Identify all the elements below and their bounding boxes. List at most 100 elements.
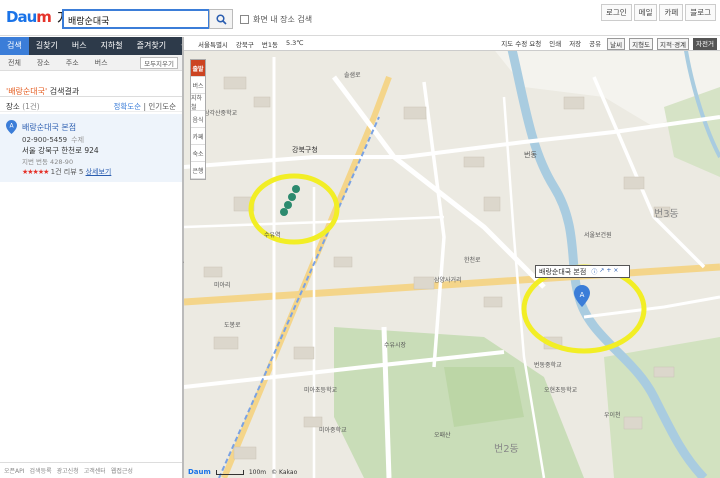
map-label: 번동중학교: [534, 361, 562, 369]
print-link[interactable]: 인쇄: [547, 38, 563, 50]
search-button[interactable]: [209, 9, 233, 29]
share-link[interactable]: 공유: [587, 38, 603, 50]
footer-link[interactable]: 웹접근성: [111, 466, 133, 475]
add-icon[interactable]: +: [606, 267, 611, 276]
place-address: 서울 강북구 한천로 924: [22, 146, 99, 155]
map-label: 미아중학교: [319, 426, 347, 434]
clear-all-button[interactable]: 모두지우기: [140, 56, 178, 69]
filter-place[interactable]: 장소: [37, 58, 50, 68]
list-item[interactable]: A 배랑순대국 본점 02-900-5459 수제 서울 강북구 한천로 924 …: [0, 114, 182, 182]
cafe-icon[interactable]: 카페: [191, 128, 205, 145]
bicycle-toggle[interactable]: 자전거: [693, 37, 717, 50]
tab-route[interactable]: 길찾기: [29, 37, 65, 55]
map-pin-icon: A: [6, 120, 17, 134]
sort-popularity[interactable]: 인기도순: [148, 102, 176, 111]
svg-text:A: A: [580, 291, 585, 299]
terrain-toggle[interactable]: 지형도: [629, 37, 654, 50]
bank-icon[interactable]: 은행: [191, 162, 205, 179]
map-label: 오패산: [434, 431, 451, 439]
place-section-label: 장소: [6, 102, 20, 111]
popup-actions: ⓘ ↗ + ×: [591, 267, 618, 276]
place-phone: 02-900-5459 수제: [22, 135, 84, 145]
daum-map-logo: Daum: [188, 468, 211, 476]
brand-mark: Daum: [6, 8, 52, 26]
weather-toggle[interactable]: 날씨: [607, 37, 626, 50]
map-label: 삼양사거리: [434, 276, 462, 284]
search-icon: [215, 13, 227, 25]
region-dong[interactable]: 번1동: [262, 39, 278, 49]
sort-accuracy[interactable]: 정확도순: [113, 102, 141, 111]
map-label: 수유시장: [384, 341, 407, 349]
map-label: 미아초등학교: [304, 386, 338, 394]
map-footer: Daum 100m © Kakao: [184, 466, 720, 478]
place-rating: ★★★★★ 1건 리뷰 5 상세보기: [22, 167, 111, 177]
popup-title[interactable]: 배랑순대국 본점: [539, 267, 586, 277]
search-input[interactable]: 배랑순대국: [62, 9, 210, 29]
place-header: 장소 (1건) 정확도순 | 인기도순: [0, 96, 182, 112]
filter-address[interactable]: 주소: [66, 58, 79, 68]
map-options: 지도 수정 요청 인쇄 저장 공유 날씨 지형도 지적·경계 자전거: [499, 37, 720, 50]
hotel-icon[interactable]: 숙소: [191, 145, 205, 162]
close-icon[interactable]: ×: [613, 267, 618, 276]
info-icon[interactable]: ⓘ: [591, 267, 597, 276]
save-link[interactable]: 저장: [567, 38, 583, 50]
map-label: 번3동: [654, 208, 679, 220]
login-link[interactable]: 로그인: [600, 4, 632, 21]
checkbox-label: 화면 내 장소 검색: [253, 15, 313, 24]
checkbox-icon[interactable]: [240, 15, 249, 24]
top-links: 로그인 메일 카페 블로그: [600, 4, 716, 21]
map-label: 미아리: [214, 281, 231, 289]
map-toolbar: 서울특별시 강북구 번1동 5.3℃ 지도 수정 요청 인쇄 저장 공유 날씨 …: [184, 37, 720, 51]
result-query: '배랑순대국': [6, 87, 48, 96]
copyright-text: © Kakao: [271, 468, 298, 476]
tab-subway[interactable]: 지하철: [94, 37, 130, 55]
food-icon[interactable]: 음식: [191, 111, 205, 128]
tab-bus[interactable]: 버스: [65, 37, 94, 55]
detail-link[interactable]: 상세보기: [86, 168, 112, 176]
filter-bus[interactable]: 버스: [95, 58, 108, 68]
footer-link[interactable]: 광고신청: [57, 466, 79, 475]
start-button[interactable]: 출발: [191, 60, 205, 77]
filter-bar: 전체 장소 주소 버스 모두지우기: [0, 55, 182, 71]
rating-stars: ★★★★★: [22, 168, 49, 176]
place-popup[interactable]: 배랑순대국 본점 ⓘ ↗ + ×: [535, 265, 630, 278]
footer-link[interactable]: 고객센터: [84, 466, 106, 475]
filter-all[interactable]: 전체: [8, 58, 21, 68]
map-label: 번2동: [494, 443, 519, 455]
tab-search[interactable]: 검색: [0, 37, 29, 55]
edit-request-link[interactable]: 지도 수정 요청: [499, 38, 543, 50]
scale-label: 100m: [248, 468, 267, 476]
map-label: 한천로: [464, 256, 481, 264]
result-title-suffix: 검색결과: [47, 87, 80, 96]
map-label: 삼각산중학교: [204, 109, 238, 117]
map-canvas[interactable]: 삼각산중학교 삼양사거리 미아초등학교 미아중학교 도봉로 솔샘로 한천로 우이…: [184, 37, 720, 478]
tab-favorites[interactable]: 즐겨찾기: [130, 37, 173, 55]
area-search-checkbox[interactable]: 화면 내 장소 검색: [240, 14, 312, 25]
place-name[interactable]: 배랑순대국 본점: [22, 122, 76, 133]
map-view[interactable]: 삼각산중학교 삼양사거리 미아초등학교 미아중학교 도봉로 솔샘로 한천로 우이…: [184, 37, 720, 478]
scale-bar: [215, 469, 244, 475]
region-city[interactable]: 서울특별시: [198, 39, 228, 49]
map-label: 수유역: [264, 231, 281, 239]
green-area: [444, 367, 524, 427]
mail-link[interactable]: 메일: [633, 4, 658, 21]
top-header: Daum 지도 배랑순대국 화면 내 장소 검색 로그인 메일 카페 블로그: [0, 0, 720, 36]
footer-link[interactable]: 검색등록: [30, 466, 52, 475]
rating-count: 1건: [50, 168, 62, 176]
region-district[interactable]: 강북구: [236, 39, 254, 49]
map-side-tools: 출발 버스 지하철 음식 카페 숙소 은행: [190, 59, 206, 180]
review-count[interactable]: 리뷰 5: [64, 168, 84, 176]
cafe-link[interactable]: 카페: [659, 4, 684, 21]
weather-temp: 5.3℃: [285, 38, 304, 47]
subway-icon[interactable]: 지하철: [191, 94, 205, 111]
blog-link[interactable]: 블로그: [685, 4, 716, 21]
map-label: 우이천: [604, 411, 621, 419]
bus-icon[interactable]: 버스: [191, 77, 205, 94]
main-nav: 검색 길찾기 버스 지하철 즐겨찾기 ★: [0, 37, 187, 55]
footer-link[interactable]: 오픈API: [4, 466, 25, 475]
map-label: 번동: [524, 150, 537, 159]
map-label: 솔샘로: [344, 71, 361, 79]
map-label: 강북구청: [292, 145, 318, 154]
route-icon[interactable]: ↗: [599, 267, 604, 276]
cadastral-toggle[interactable]: 지적·경계: [657, 37, 690, 50]
